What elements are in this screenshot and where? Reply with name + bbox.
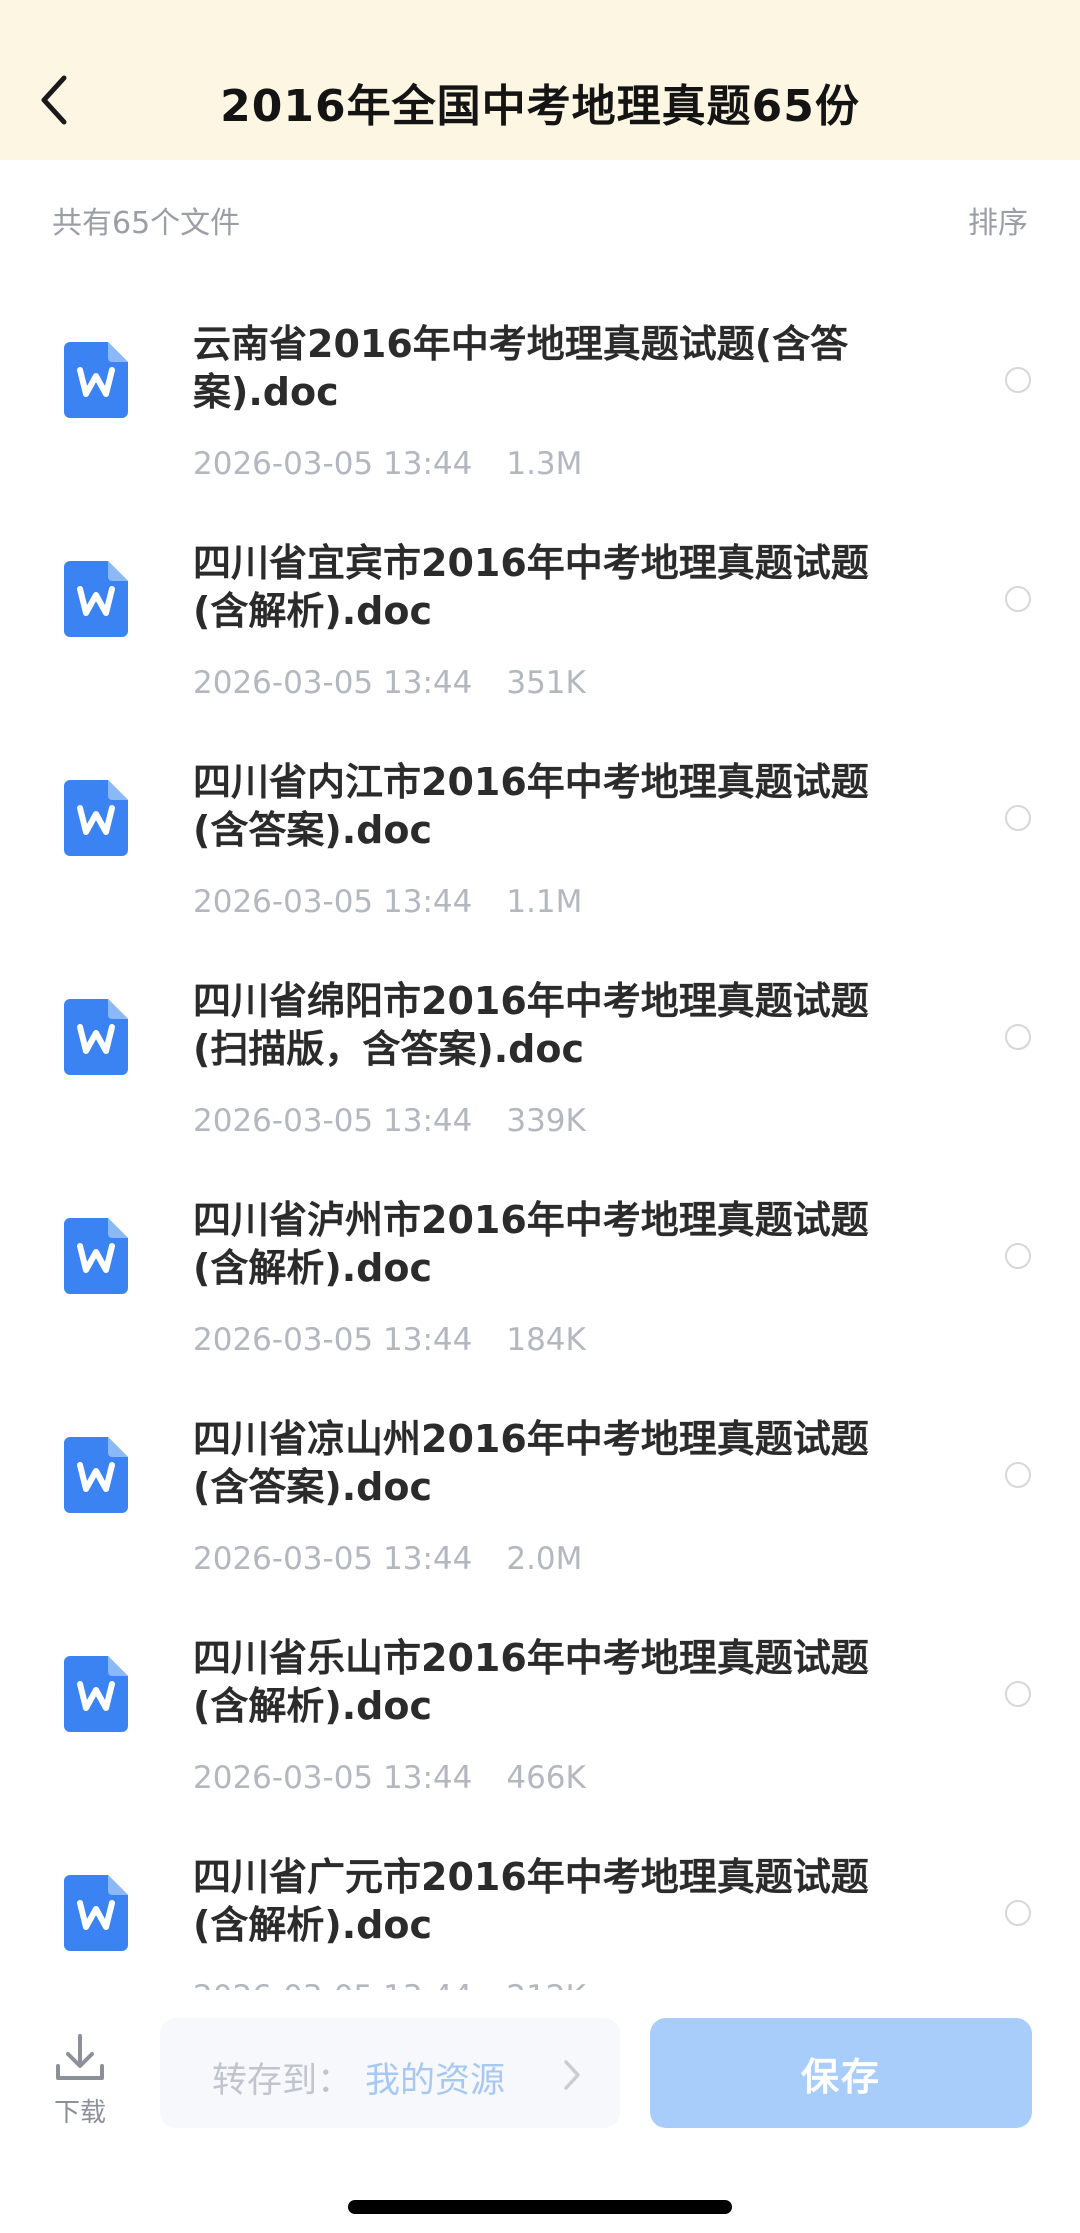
home-indicator	[348, 2200, 732, 2214]
word-doc-icon	[64, 1656, 128, 1732]
file-row[interactable]: 四川省乐山市2016年中考地理真题试题(含解析).doc 2026-03-05 1…	[0, 1634, 1080, 1853]
file-meta: 2026-03-05 13:44 351K	[193, 665, 586, 701]
file-row[interactable]: 云南省2016年中考地理真题试题(含答案).doc 2026-03-05 13:4…	[0, 320, 1080, 539]
file-size: 212K	[506, 1979, 586, 1990]
file-meta: 2026-03-05 13:44 466K	[193, 1760, 586, 1796]
file-name: 云南省2016年中考地理真题试题(含答案).doc	[193, 322, 849, 414]
file-meta: 2026-03-05 13:44 1.1M	[193, 884, 582, 920]
file-name: 四川省内江市2016年中考地理真题试题(含答案).doc	[193, 760, 869, 852]
select-radio[interactable]	[1005, 1024, 1031, 1050]
select-radio[interactable]	[1005, 586, 1031, 612]
file-date: 2026-03-05 13:44	[193, 1760, 473, 1796]
word-doc-icon	[64, 342, 128, 418]
bottom-action-bar: 下载 转存到： 我的资源 保存	[0, 2000, 1080, 2233]
file-name: 四川省凉山州2016年中考地理真题试题(含答案).doc	[193, 1417, 869, 1509]
file-size: 339K	[506, 1103, 586, 1139]
file-row[interactable]: 四川省广元市2016年中考地理真题试题(含解析).doc 2026-03-05 1…	[0, 1853, 1080, 1990]
file-name: 四川省广元市2016年中考地理真题试题(含解析).doc	[193, 1855, 869, 1947]
file-meta: 2026-03-05 13:44 212K	[193, 1979, 586, 1990]
file-meta: 2026-03-05 13:44 2.0M	[193, 1541, 582, 1577]
file-row[interactable]: 四川省凉山州2016年中考地理真题试题(含答案).doc 2026-03-05 1…	[0, 1415, 1080, 1634]
file-name: 四川省泸州市2016年中考地理真题试题(含解析).doc	[193, 1198, 869, 1290]
file-meta: 2026-03-05 13:44 339K	[193, 1103, 586, 1139]
file-size: 351K	[506, 665, 586, 701]
save-destination-label: 转存到：	[212, 2061, 353, 2101]
file-row[interactable]: 四川省内江市2016年中考地理真题试题(含答案).doc 2026-03-05 1…	[0, 758, 1080, 977]
word-doc-icon	[64, 1437, 128, 1513]
file-date: 2026-03-05 13:44	[193, 1322, 473, 1358]
file-meta: 2026-03-05 13:44 1.3M	[193, 446, 582, 482]
file-name: 四川省宜宾市2016年中考地理真题试题(含解析).doc	[193, 541, 869, 633]
save-button[interactable]: 保存	[650, 2018, 1032, 2128]
file-date: 2026-03-05 13:44	[193, 665, 473, 701]
select-radio[interactable]	[1005, 367, 1031, 393]
select-radio[interactable]	[1005, 805, 1031, 831]
download-icon[interactable]	[52, 2030, 108, 2086]
list-toolbar: 共有65个文件 排序	[0, 160, 1080, 270]
select-radio[interactable]	[1005, 1243, 1031, 1269]
file-date: 2026-03-05 13:44	[193, 446, 473, 482]
select-radio[interactable]	[1005, 1900, 1031, 1926]
file-date: 2026-03-05 13:44	[193, 1103, 473, 1139]
file-date: 2026-03-05 13:44	[193, 1979, 472, 1990]
select-radio[interactable]	[1005, 1462, 1031, 1488]
word-doc-icon	[64, 561, 128, 637]
file-row[interactable]: 四川省泸州市2016年中考地理真题试题(含解析).doc 2026-03-05 1…	[0, 1196, 1080, 1415]
file-size: 184K	[506, 1322, 586, 1358]
word-doc-icon	[64, 780, 128, 856]
file-count: 共有65个文件	[52, 206, 241, 241]
file-row[interactable]: 四川省绵阳市2016年中考地理真题试题(扫描版，含答案).doc 2026-03-…	[0, 977, 1080, 1196]
file-size: 1.3M	[506, 446, 583, 482]
save-destination-selector[interactable]: 转存到： 我的资源	[160, 2018, 620, 2128]
word-doc-icon	[64, 1875, 128, 1951]
file-size: 466K	[506, 1760, 586, 1796]
file-size: 1.1M	[506, 884, 583, 920]
page-title: 2016年全国中考地理真题65份	[220, 81, 860, 132]
file-size: 2.0M	[506, 1541, 583, 1577]
chevron-right-icon	[564, 2060, 580, 2090]
download-label[interactable]: 下载	[54, 2092, 106, 2129]
top-bar: 2016年全国中考地理真题65份	[0, 0, 1080, 160]
word-doc-icon	[64, 999, 128, 1075]
word-doc-icon	[64, 1218, 128, 1294]
file-date: 2026-03-05 13:44	[193, 884, 473, 920]
file-meta: 2026-03-05 13:44 184K	[193, 1322, 586, 1358]
file-row[interactable]: 四川省宜宾市2016年中考地理真题试题(含解析).doc 2026-03-05 1…	[0, 539, 1080, 758]
sort-button[interactable]: 排序	[968, 198, 1028, 242]
file-date: 2026-03-05 13:44	[193, 1541, 473, 1577]
select-radio[interactable]	[1005, 1681, 1031, 1707]
file-list: 云南省2016年中考地理真题试题(含答案).doc 2026-03-05 13:4…	[0, 300, 1080, 1990]
save-destination-value: 我的资源	[365, 2061, 506, 2101]
file-name: 四川省绵阳市2016年中考地理真题试题(扫描版，含答案).doc	[193, 979, 869, 1071]
file-name: 四川省乐山市2016年中考地理真题试题(含解析).doc	[193, 1636, 869, 1728]
